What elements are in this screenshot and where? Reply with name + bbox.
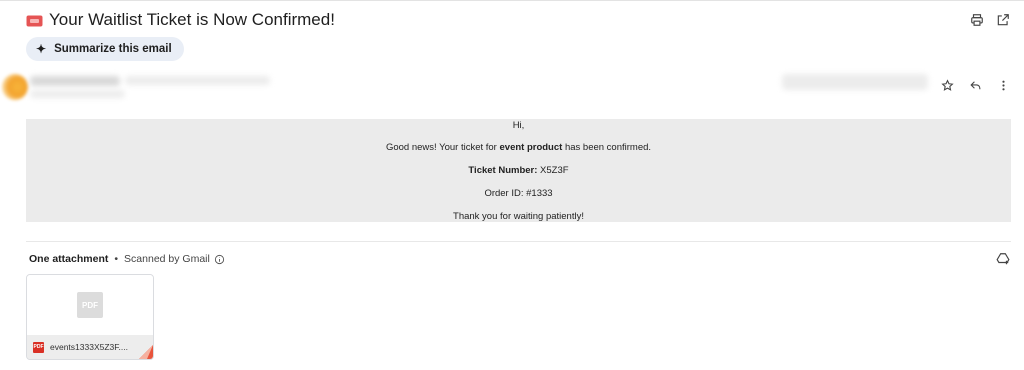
info-icon[interactable]	[214, 254, 225, 265]
attachments-header: One attachment • Scanned by Gmail	[29, 252, 225, 266]
confirmation-line: Good news! Your ticket for event product…	[26, 142, 1011, 154]
email-subject: Your Waitlist Ticket is Now Confirmed!	[49, 10, 335, 29]
summarize-button[interactable]: ✦ Summarize this email	[26, 37, 184, 61]
scanned-by-gmail: Scanned by Gmail	[124, 253, 210, 265]
ticket-number-label: Ticket Number:	[468, 165, 538, 176]
date-redacted	[782, 74, 928, 90]
page-fold-icon	[137, 343, 153, 359]
attachment-preview: PDF	[27, 275, 153, 335]
attachments-title: One attachment	[29, 253, 109, 265]
pdf-thumbnail-icon: PDF	[77, 292, 103, 318]
summarize-label: Summarize this email	[54, 43, 172, 55]
message-actions	[938, 76, 1012, 94]
attachment-footer: PDF events1333X5Z3F....	[27, 335, 153, 359]
star-icon[interactable]	[938, 76, 956, 94]
sender-avatar[interactable]	[2, 74, 28, 100]
add-to-drive-icon[interactable]	[994, 250, 1012, 268]
recipient-redacted	[30, 90, 125, 98]
top-actions	[968, 11, 1012, 29]
sender-row	[0, 70, 1024, 106]
attachments-separator: •	[114, 253, 119, 265]
sender-email-redacted	[125, 76, 270, 85]
open-in-new-window-icon[interactable]	[994, 11, 1012, 29]
print-icon[interactable]	[968, 11, 986, 29]
ticket-icon	[26, 14, 43, 27]
greeting-text: Hi,	[512, 120, 525, 131]
pdf-file-icon: PDF	[33, 341, 44, 353]
thank-you-line: Thank you for waiting patiently!	[453, 211, 584, 222]
top-border	[0, 0, 1024, 1]
attachment-card[interactable]: PDF PDF events1333X5Z3F....	[26, 274, 154, 360]
subject-row: Your Waitlist Ticket is Now Confirmed!	[26, 9, 335, 31]
ticket-number-line: Ticket Number: X5Z3F	[26, 165, 1011, 177]
attachment-filename: events1333X5Z3F....	[50, 342, 128, 352]
sender-name-redacted	[30, 76, 120, 86]
order-id-line: Order ID: #1333	[484, 188, 553, 199]
sparkle-icon: ✦	[36, 42, 47, 56]
event-name: event product	[499, 142, 563, 153]
confirmation-suffix: has been confirmed.	[562, 142, 652, 153]
reply-icon[interactable]	[966, 76, 984, 94]
confirmation-prefix: Good news! Your ticket for	[385, 142, 500, 153]
divider	[26, 241, 1011, 242]
email-body: Hi, Good news! Your ticket for event pro…	[26, 119, 1011, 222]
ticket-number-value: X5Z3F	[537, 165, 569, 176]
more-vert-icon[interactable]	[994, 76, 1012, 94]
